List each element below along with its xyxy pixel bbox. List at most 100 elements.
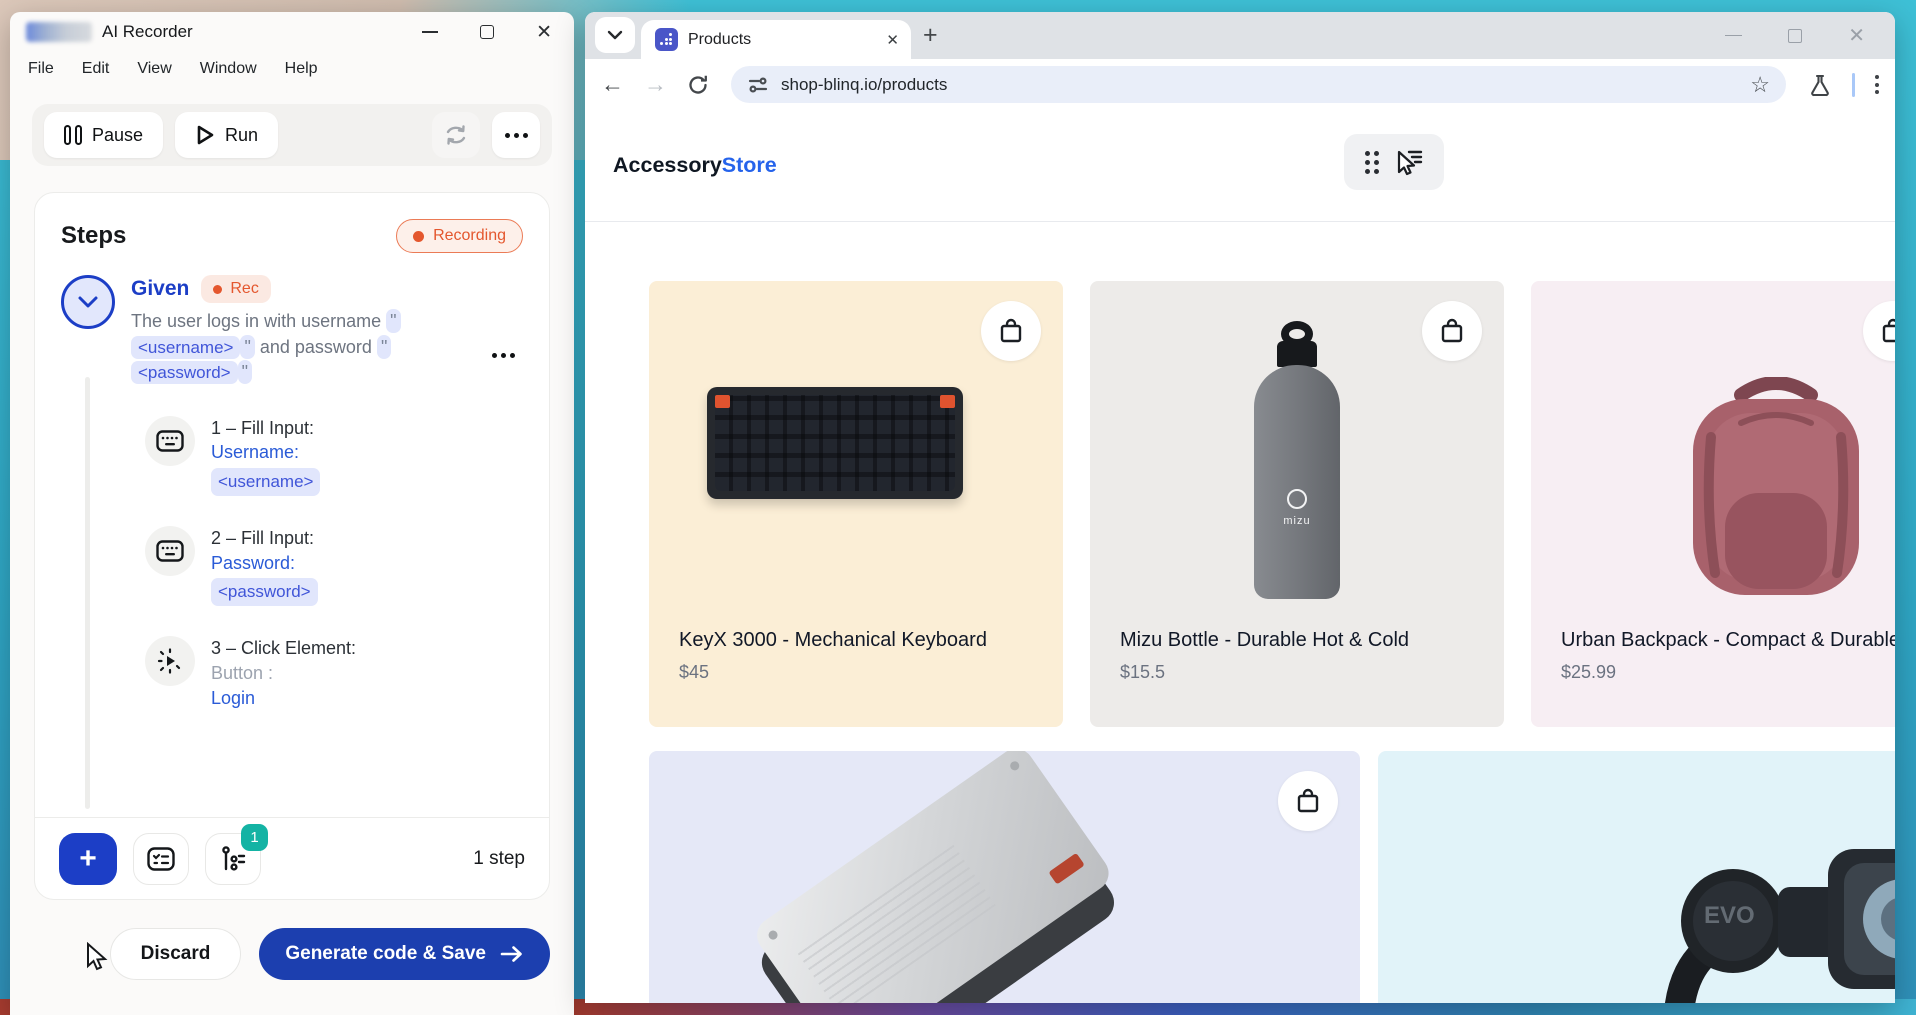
collapse-step-button[interactable] bbox=[61, 275, 115, 329]
discard-button[interactable]: Discard bbox=[109, 928, 242, 980]
recorder-titlebar: AI Recorder ✕ bbox=[10, 12, 574, 52]
back-button[interactable]: ← bbox=[601, 73, 624, 96]
add-to-cart-button[interactable] bbox=[1422, 301, 1482, 361]
recording-badge: Recording bbox=[396, 219, 523, 253]
bookmark-star-icon[interactable]: ☆ bbox=[1750, 72, 1770, 98]
username-param-chip[interactable]: <username> bbox=[131, 335, 241, 359]
password-param-chip[interactable]: <password> bbox=[131, 361, 238, 385]
minimize-icon[interactable] bbox=[422, 31, 439, 33]
product-card[interactable] bbox=[649, 751, 1360, 1003]
tab-products[interactable]: Products ✕ bbox=[641, 20, 911, 59]
product-card[interactable]: KeyX 3000 - Mechanical Keyboard $45 bbox=[649, 281, 1063, 727]
shopping-bag-icon bbox=[1882, 318, 1895, 343]
substep-value-chip[interactable]: <password> bbox=[211, 578, 318, 606]
substep-field: Button : bbox=[211, 662, 274, 683]
menu-view[interactable]: View bbox=[137, 60, 171, 78]
browser-toolbar: ← → shop-blinq.io/products ☆ bbox=[585, 59, 1895, 110]
tab-strip: Products ✕ + ✕ bbox=[585, 12, 1895, 59]
recorder-actions: Discard Generate code & Save bbox=[34, 928, 550, 980]
browser-menu-button[interactable] bbox=[1875, 75, 1879, 94]
url-text[interactable]: shop-blinq.io/products bbox=[781, 75, 1738, 95]
add-step-button[interactable]: + bbox=[59, 832, 117, 885]
more-icon bbox=[504, 132, 528, 138]
product-name: KeyX 3000 - Mechanical Keyboard bbox=[679, 629, 987, 651]
minimize-icon[interactable] bbox=[1725, 34, 1743, 37]
keyboard-icon bbox=[156, 429, 184, 452]
experiments-flask-icon[interactable] bbox=[1808, 73, 1832, 97]
profile-divider bbox=[1852, 72, 1855, 97]
recorder-menubar: File Edit View Window Help bbox=[10, 52, 574, 86]
pause-label: Pause bbox=[92, 124, 144, 145]
add-to-cart-button[interactable] bbox=[1278, 771, 1338, 831]
refresh-icon bbox=[446, 125, 466, 145]
product-card[interactable]: Urban Backpack - Compact & Durable $25.9… bbox=[1531, 281, 1895, 727]
menu-file[interactable]: File bbox=[28, 60, 54, 78]
product-name: Mizu Bottle - Durable Hot & Cold bbox=[1120, 629, 1410, 651]
play-icon bbox=[197, 125, 214, 145]
tab-close-icon[interactable]: ✕ bbox=[886, 31, 899, 49]
substep-click-login[interactable]: 3 – Click Element: Button : Login bbox=[145, 635, 523, 711]
plus-icon: + bbox=[79, 841, 97, 875]
arrow-right-icon bbox=[500, 946, 522, 962]
substep-label: 3 – Click Element: bbox=[211, 637, 357, 658]
product-card[interactable]: mizu Mizu Bottle - Durable Hot & Cold $1… bbox=[1090, 281, 1504, 727]
product-image-keyboard bbox=[707, 387, 963, 499]
url-bar[interactable]: shop-blinq.io/products ☆ bbox=[731, 66, 1786, 103]
pause-icon bbox=[64, 125, 82, 145]
checklist-button[interactable] bbox=[133, 832, 189, 885]
ai-recorder-window: AI Recorder ✕ File Edit View Window Help… bbox=[10, 12, 574, 1015]
substep-value-chip[interactable]: <username> bbox=[211, 468, 321, 496]
mouse-cursor-icon bbox=[87, 942, 108, 971]
maximize-icon[interactable] bbox=[480, 25, 495, 39]
pause-button[interactable]: Pause bbox=[44, 112, 164, 158]
substep-label: 1 – Fill Input: bbox=[211, 417, 315, 438]
add-to-cart-button[interactable] bbox=[1863, 301, 1895, 361]
menu-window[interactable]: Window bbox=[200, 60, 257, 78]
drag-handle-icon[interactable] bbox=[1365, 150, 1379, 174]
substep-fill-username[interactable]: 1 – Fill Input: Username: <username> bbox=[145, 415, 523, 496]
step-menu-button[interactable] bbox=[492, 353, 515, 358]
app-logo bbox=[26, 22, 92, 42]
site-settings-icon[interactable] bbox=[747, 74, 769, 96]
menu-edit[interactable]: Edit bbox=[82, 60, 110, 78]
product-image-gimbal: EVO EVO bbox=[1664, 849, 1895, 1003]
tab-title: Products bbox=[688, 30, 752, 48]
maximize-icon[interactable] bbox=[1788, 28, 1803, 43]
recorder-picker-widget[interactable] bbox=[1344, 134, 1444, 190]
product-card[interactable]: EVO EVO bbox=[1378, 751, 1895, 1003]
menu-help[interactable]: Help bbox=[285, 60, 318, 78]
substep-field: Username: bbox=[211, 442, 300, 463]
reload-button[interactable] bbox=[687, 74, 709, 96]
toolbar-more-button[interactable] bbox=[492, 112, 540, 158]
substep-fill-password[interactable]: 2 – Fill Input: Password: <password> bbox=[145, 525, 523, 606]
sequence-icon bbox=[222, 845, 246, 871]
refresh-button[interactable] bbox=[432, 112, 480, 158]
shopping-bag-icon bbox=[1000, 318, 1022, 343]
click-icon bbox=[157, 648, 181, 674]
close-icon[interactable]: ✕ bbox=[536, 23, 552, 42]
forward-button[interactable]: → bbox=[644, 73, 667, 96]
keyboard-icon bbox=[156, 540, 184, 562]
product-price: $25.99 bbox=[1561, 662, 1617, 682]
run-label: Run bbox=[225, 124, 259, 145]
site-favicon bbox=[655, 28, 678, 51]
substep-target-link[interactable]: Login bbox=[211, 686, 356, 711]
sequence-button[interactable]: 1 bbox=[205, 823, 268, 885]
steps-panel: Steps Recording Given Rec The user logs … bbox=[34, 192, 550, 900]
tab-search-button[interactable] bbox=[595, 17, 635, 53]
step-rail bbox=[85, 377, 90, 809]
product-image-bottle: mizu bbox=[1254, 321, 1340, 599]
new-tab-button[interactable]: + bbox=[923, 21, 938, 50]
window-title: AI Recorder bbox=[102, 22, 193, 41]
chevron-down-icon bbox=[78, 296, 98, 308]
store-brand[interactable]: AccessoryStore bbox=[613, 153, 777, 178]
close-icon[interactable]: ✕ bbox=[1848, 26, 1865, 46]
given-keyword: Given bbox=[131, 277, 190, 300]
rec-label: Rec bbox=[230, 280, 259, 297]
run-button[interactable]: Run bbox=[175, 112, 279, 158]
generate-code-save-button[interactable]: Generate code & Save bbox=[259, 928, 550, 980]
steps-title: Steps bbox=[61, 222, 127, 249]
element-picker-icon[interactable] bbox=[1393, 148, 1423, 176]
checklist-icon bbox=[147, 846, 175, 871]
add-to-cart-button[interactable] bbox=[981, 301, 1041, 361]
